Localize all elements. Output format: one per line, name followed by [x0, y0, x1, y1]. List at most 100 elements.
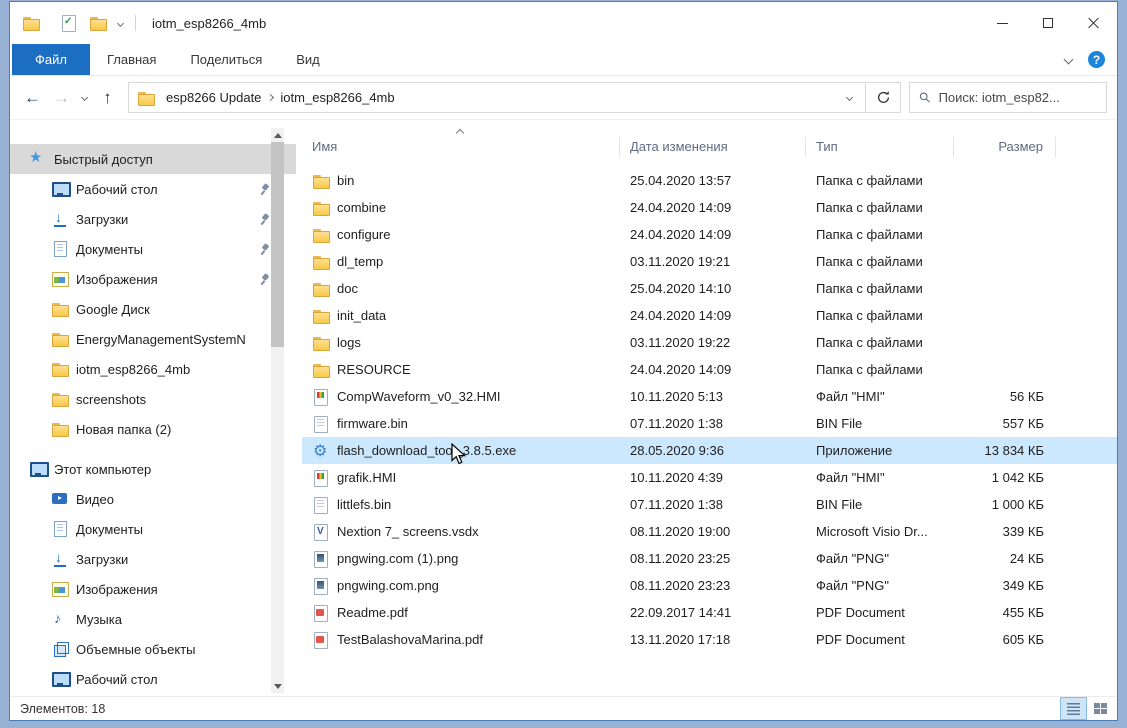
- folder-icon: [51, 421, 69, 437]
- back-button[interactable]: [18, 83, 47, 113]
- file-row[interactable]: CompWaveform_v0_32.HMI10.11.2020 5:13Фай…: [302, 383, 1117, 410]
- help-button[interactable]: ?: [1088, 51, 1105, 68]
- file-name: CompWaveform_v0_32.HMI: [337, 389, 501, 404]
- file-name: pngwing.com (1).png: [337, 551, 458, 566]
- file-size: [954, 302, 1056, 329]
- sidebar-item[interactable]: screenshots: [10, 384, 296, 414]
- qat-dropdown-icon[interactable]: [117, 19, 124, 26]
- recent-locations-icon[interactable]: [76, 83, 93, 113]
- sidebar-item[interactable]: Загрузки: [10, 544, 296, 574]
- sidebar-scrollbar[interactable]: [271, 128, 284, 693]
- folder-icon: [312, 254, 330, 270]
- file-date: 25.04.2020 13:57: [620, 167, 806, 194]
- sidebar-item[interactable]: Изображения: [10, 574, 296, 604]
- sidebar-item[interactable]: iotm_esp8266_4mb: [10, 354, 296, 384]
- sidebar-item[interactable]: Изображения: [10, 264, 296, 294]
- sidebar-item[interactable]: Документы: [10, 514, 296, 544]
- column-header-2[interactable]: Тип: [806, 137, 954, 157]
- search-input[interactable]: [939, 90, 1097, 105]
- sidebar-item-label: Загрузки: [76, 212, 259, 227]
- tab-1[interactable]: Поделиться: [173, 44, 279, 75]
- file-row[interactable]: combine24.04.2020 14:09Папка с файлами: [302, 194, 1117, 221]
- address-bar[interactable]: esp8266 Update iotm_esp8266_4mb: [128, 82, 866, 113]
- folder-icon: [312, 308, 330, 324]
- file-row[interactable]: Nextion 7_ screens.vsdx08.11.2020 19:00M…: [302, 518, 1117, 545]
- search-box[interactable]: [909, 82, 1107, 113]
- sidebar-item[interactable]: Загрузки: [10, 204, 296, 234]
- file-name: logs: [337, 335, 361, 350]
- qat-new-folder-icon[interactable]: [89, 15, 107, 31]
- file-row[interactable]: TestBalashovaMarina.pdf13.11.2020 17:18P…: [302, 626, 1117, 653]
- file-date: 08.11.2020 19:00: [620, 518, 806, 545]
- sidebar-item[interactable]: Документы: [10, 234, 296, 264]
- breadcrumb-segment[interactable]: iotm_esp8266_4mb: [274, 90, 400, 105]
- maximize-button[interactable]: [1025, 2, 1071, 44]
- scroll-up-icon[interactable]: [271, 128, 284, 142]
- file-row[interactable]: doc25.04.2020 14:10Папка с файлами: [302, 275, 1117, 302]
- file-row[interactable]: littlefs.bin07.11.2020 1:38BIN File1 000…: [302, 491, 1117, 518]
- file-type: Файл "PNG": [806, 572, 954, 599]
- column-header-0[interactable]: Имя: [302, 137, 620, 157]
- pdf-icon: [312, 605, 330, 621]
- file-row[interactable]: dl_temp03.11.2020 19:21Папка с файлами: [302, 248, 1117, 275]
- folder-icon: [51, 301, 69, 317]
- breadcrumb-segment[interactable]: esp8266 Update: [160, 90, 267, 105]
- sidebar-item[interactable]: Рабочий стол: [10, 174, 296, 204]
- file-size: [954, 329, 1056, 356]
- video-icon: [51, 491, 69, 507]
- sidebar-section[interactable]: Быстрый доступ: [10, 144, 296, 174]
- computer-icon: [29, 461, 47, 477]
- sidebar-item[interactable]: Google Диск: [10, 294, 296, 324]
- file-date: 07.11.2020 1:38: [620, 410, 806, 437]
- thumbnails-view-button[interactable]: [1088, 698, 1113, 719]
- scrollbar-thumb[interactable]: [271, 142, 284, 347]
- tab-file[interactable]: Файл: [12, 44, 90, 75]
- up-button[interactable]: [93, 83, 122, 113]
- file-row[interactable]: configure24.04.2020 14:09Папка с файлами: [302, 221, 1117, 248]
- minimize-button[interactable]: [979, 2, 1025, 44]
- ribbon-tabs: Файл ГлавнаяПоделитьсяВид ?: [10, 44, 1117, 76]
- expand-ribbon-icon[interactable]: [1064, 55, 1074, 65]
- file-row[interactable]: logs03.11.2020 19:22Папка с файлами: [302, 329, 1117, 356]
- file-row[interactable]: Readme.pdf22.09.2017 14:41PDF Document45…: [302, 599, 1117, 626]
- pdf-icon: [312, 632, 330, 648]
- sidebar-item[interactable]: Рабочий стол: [10, 664, 296, 694]
- file-row[interactable]: init_data24.04.2020 14:09Папка с файлами: [302, 302, 1117, 329]
- file-row[interactable]: bin25.04.2020 13:57Папка с файлами: [302, 167, 1117, 194]
- file-row[interactable]: firmware.bin07.11.2020 1:38BIN File557 К…: [302, 410, 1117, 437]
- sidebar-section[interactable]: Этот компьютер: [10, 454, 296, 484]
- refresh-button[interactable]: [866, 82, 901, 113]
- column-header-1[interactable]: Дата изменения: [620, 137, 806, 157]
- details-view-button[interactable]: [1061, 698, 1086, 719]
- address-dropdown-icon[interactable]: [842, 95, 857, 100]
- sidebar-item[interactable]: EnergyManagementSystemN: [10, 324, 296, 354]
- file-row[interactable]: grafik.HMI10.11.2020 4:39Файл "HMI"1 042…: [302, 464, 1117, 491]
- file-name: pngwing.com.png: [337, 578, 439, 593]
- sidebar-item[interactable]: Видео: [10, 484, 296, 514]
- column-header-3[interactable]: Размер: [954, 137, 1056, 157]
- file-name: configure: [337, 227, 390, 242]
- sidebar-item-label: Рабочий стол: [76, 672, 270, 687]
- file-row[interactable]: pngwing.com.png08.11.2020 23:23Файл "PNG…: [302, 572, 1117, 599]
- file-type: Папка с файлами: [806, 221, 954, 248]
- file-row[interactable]: pngwing.com (1).png08.11.2020 23:25Файл …: [302, 545, 1117, 572]
- file-date: 25.04.2020 14:10: [620, 275, 806, 302]
- file-row[interactable]: flash_download_tool_3.8.5.exe28.05.2020 …: [302, 437, 1117, 464]
- sidebar-item[interactable]: Музыка: [10, 604, 296, 634]
- tab-2[interactable]: Вид: [279, 44, 337, 75]
- tab-0[interactable]: Главная: [90, 44, 173, 75]
- scroll-down-icon[interactable]: [271, 679, 284, 693]
- qat-properties-icon[interactable]: [60, 15, 78, 31]
- folder-icon: [51, 391, 69, 407]
- file-date: 08.11.2020 23:25: [620, 545, 806, 572]
- file-row[interactable]: RESOURCE24.04.2020 14:09Папка с файлами: [302, 356, 1117, 383]
- file-size: 557 КБ: [954, 410, 1056, 437]
- sidebar-item[interactable]: Новая папка (2): [10, 414, 296, 444]
- sidebar-item[interactable]: Объемные объекты: [10, 634, 296, 664]
- forward-button[interactable]: [47, 83, 76, 113]
- file-name: TestBalashovaMarina.pdf: [337, 632, 483, 647]
- file-name: Nextion 7_ screens.vsdx: [337, 524, 479, 539]
- thumbnails-view-icon: [1094, 703, 1107, 714]
- quick-access-toolbar: [60, 15, 123, 31]
- close-button[interactable]: [1071, 2, 1117, 44]
